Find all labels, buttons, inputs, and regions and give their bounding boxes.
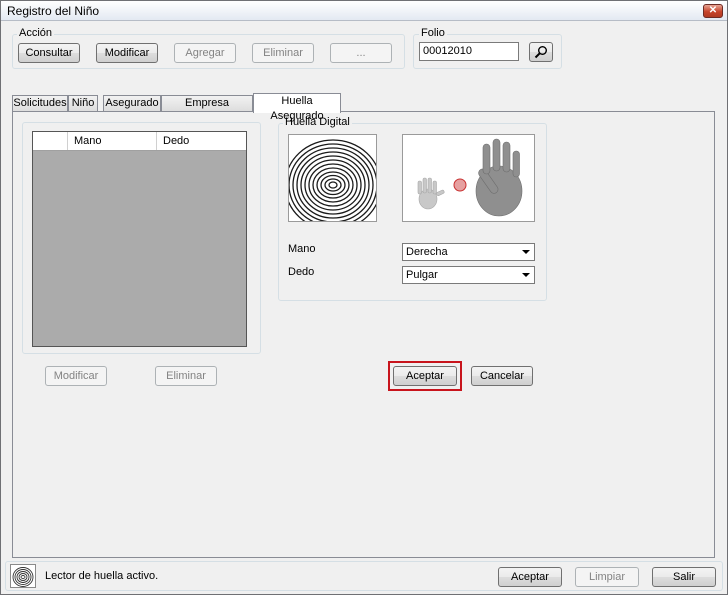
window-title: Registro del Niño	[7, 4, 100, 18]
mano-label: Mano	[288, 243, 316, 255]
fingerprint-icon	[289, 139, 376, 221]
dedo-label: Dedo	[288, 266, 315, 278]
tab-solicitudes[interactable]: Solicitudes	[12, 95, 68, 112]
grid-eliminar-button[interactable]: Eliminar	[155, 366, 217, 386]
hand-icon	[417, 138, 523, 217]
status-text: Lector de huella activo.	[45, 570, 159, 582]
folio-input[interactable]: 00012010	[419, 42, 519, 61]
chevron-down-icon	[522, 250, 530, 254]
agregar-button[interactable]: Agregar	[174, 43, 236, 63]
fingerprint-reader-icon	[10, 564, 36, 588]
magnifier-icon	[534, 46, 547, 59]
limpiar-button[interactable]: Limpiar	[575, 567, 639, 587]
grid-col-dedo[interactable]: Dedo	[156, 132, 246, 150]
aceptar-button[interactable]: Aceptar	[498, 567, 562, 587]
accion-group-label: Acción	[17, 27, 55, 39]
folio-label: Folio	[419, 27, 447, 39]
cancelar-huella-button[interactable]: Cancelar	[471, 366, 533, 386]
more-button[interactable]: ...	[330, 43, 392, 63]
title-bar: Registro del Niño ✕	[1, 1, 727, 21]
grid-header: Mano Dedo	[33, 132, 246, 151]
tab-asegurado[interactable]: Asegurado	[103, 95, 161, 112]
tab-huella-asegurado[interactable]: Huella Asegurado	[253, 93, 341, 122]
mano-select-value: Derecha	[406, 246, 448, 258]
aceptar-huella-button[interactable]: Aceptar	[393, 366, 457, 386]
close-button[interactable]: ✕	[703, 4, 723, 18]
tab-nino[interactable]: Niño	[68, 95, 98, 112]
main-window: Registro del Niño ✕ Acción Consultar Mod…	[0, 0, 728, 595]
dedo-select[interactable]: Pulgar	[402, 266, 535, 284]
fingerprint-grid[interactable]: Mano Dedo	[32, 131, 247, 347]
chevron-down-icon	[522, 273, 530, 277]
grid-col-mano[interactable]: Mano	[67, 132, 156, 150]
folio-search-button[interactable]	[529, 42, 553, 62]
tab-empresa-asegurado[interactable]: Empresa Asegurado	[161, 95, 253, 124]
modificar-button[interactable]: Modificar	[96, 43, 158, 63]
fingerprint-image	[288, 134, 377, 222]
salir-button[interactable]: Salir	[652, 567, 716, 587]
dedo-select-value: Pulgar	[406, 269, 438, 281]
hand-selection-image	[402, 134, 535, 222]
grid-modificar-button[interactable]: Modificar	[45, 366, 107, 386]
grid-rowheader-col	[33, 132, 67, 150]
eliminar-button[interactable]: Eliminar	[252, 43, 314, 63]
mano-select[interactable]: Derecha	[402, 243, 535, 261]
consultar-button[interactable]: Consultar	[18, 43, 80, 63]
